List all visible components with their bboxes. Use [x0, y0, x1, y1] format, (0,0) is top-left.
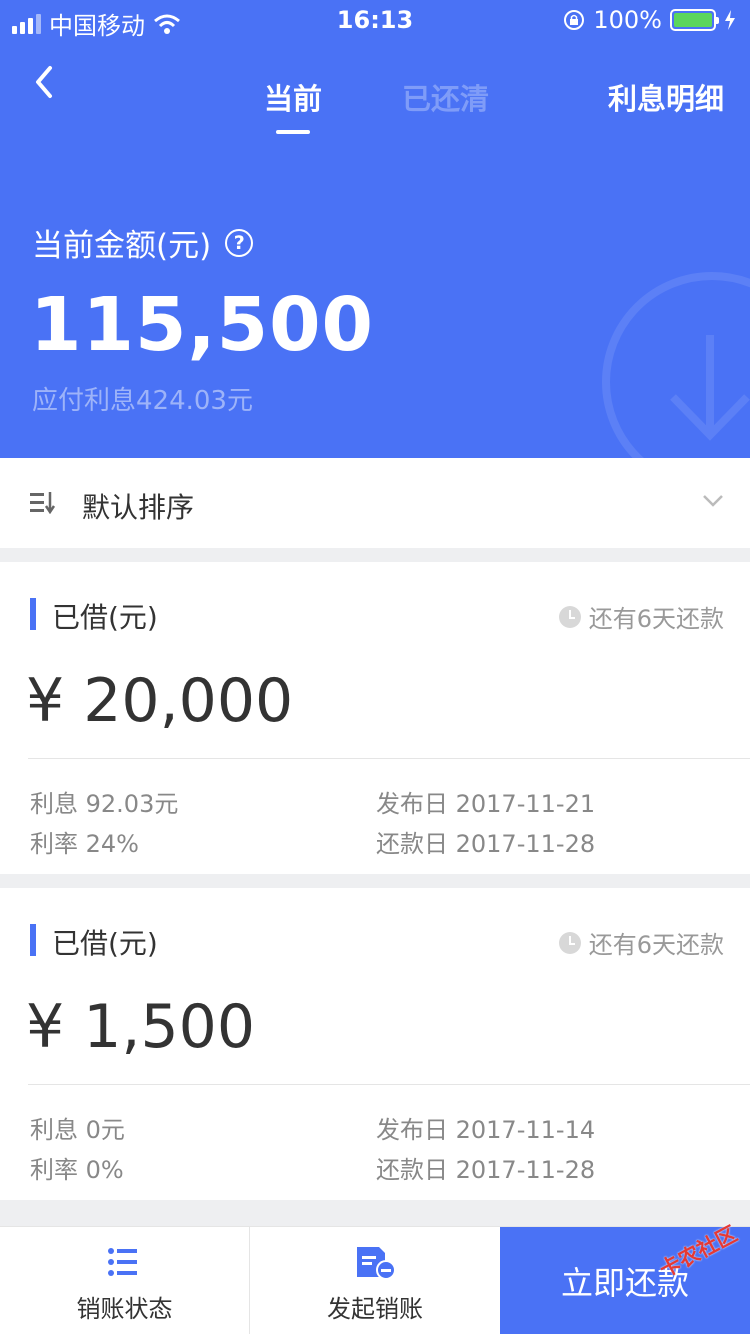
battery-percent: 100% — [593, 6, 662, 34]
due-badge: 还有6天还款 — [558, 925, 724, 960]
loan-card[interactable]: 已借(元) 还有6天还款 ¥ 1,500 利息 0元 利率 0% 发布日 201… — [0, 888, 750, 1200]
top-nav: 当前 已还清 利息明细 — [0, 40, 750, 134]
charging-bolt-icon — [725, 10, 735, 30]
bottom-action-bar: 销账状态 发起销账 立即还款 — [0, 1226, 750, 1334]
loan-rate: 利率 24% — [30, 830, 139, 858]
loan-amount: ¥ 1,500 — [26, 992, 256, 1062]
card-accent-bar — [30, 924, 36, 956]
status-right: 100% — [563, 6, 736, 34]
clock-icon — [558, 931, 581, 954]
loan-repay-date: 还款日 2017-11-28 — [376, 1156, 596, 1184]
loan-interest: 利息 92.03元 — [30, 790, 179, 818]
active-tab-indicator — [276, 130, 310, 134]
current-amount-label-text: 当前金额(元) — [32, 228, 212, 264]
tab-current-label: 当前 — [264, 82, 323, 116]
loan-rate: 利率 0% — [30, 1156, 124, 1184]
sort-label: 默认排序 — [82, 491, 195, 524]
header-banner: 当前 已还清 利息明细 当前金额(元) ? 115,500 应付利息424.03… — [0, 0, 750, 458]
tab-cleared[interactable]: 已还清 — [402, 76, 489, 118]
due-badge: 还有6天还款 — [558, 599, 724, 634]
loan-amount: ¥ 20,000 — [26, 666, 294, 736]
due-text: 还有6天还款 — [588, 605, 724, 633]
card-divider — [28, 758, 750, 759]
due-text: 还有6天还款 — [588, 931, 724, 959]
card-divider — [28, 1084, 750, 1085]
interest-detail-link[interactable]: 利息明细 — [608, 76, 724, 118]
document-minus-icon — [357, 1247, 396, 1280]
sort-selector[interactable]: 默认排序 — [0, 458, 750, 548]
chevron-down-icon — [703, 495, 723, 507]
back-button[interactable] — [26, 62, 66, 102]
loan-repay-date: 还款日 2017-11-28 — [376, 830, 596, 858]
clock-icon — [558, 605, 581, 628]
sort-icon — [30, 492, 56, 514]
card-accent-bar — [30, 598, 36, 630]
loan-interest: 利息 0元 — [30, 1116, 125, 1144]
writeoff-status-label: 销账状态 — [76, 1295, 173, 1323]
loan-title: 已借(元) — [52, 601, 158, 634]
initiate-writeoff-button[interactable]: 发起销账 — [250, 1227, 500, 1334]
loan-publish-date: 发布日 2017-11-21 — [376, 790, 596, 818]
loan-card[interactable]: 已借(元) 还有6天还款 ¥ 20,000 利息 92.03元 利率 24% 发… — [0, 562, 750, 874]
chevron-left-icon — [36, 66, 52, 98]
loan-title: 已借(元) — [52, 927, 158, 960]
loan-publish-date: 发布日 2017-11-14 — [376, 1116, 596, 1144]
help-icon[interactable]: ? — [225, 228, 254, 257]
tab-current[interactable]: 当前 — [264, 76, 322, 134]
initiate-writeoff-label: 发起销账 — [327, 1295, 423, 1323]
current-amount-label: 当前金额(元) ? — [32, 220, 254, 265]
download-arrow-icon — [670, 335, 750, 441]
rotation-lock-icon — [564, 10, 585, 30]
interest-due-text: 应付利息424.03元 — [32, 386, 253, 416]
list-icon — [107, 1248, 137, 1276]
writeoff-status-button[interactable]: 销账状态 — [0, 1227, 250, 1334]
status-bar: 中国移动 16:13 100% — [0, 0, 750, 40]
current-amount-value: 115,500 — [30, 282, 375, 368]
battery-icon — [670, 9, 719, 31]
